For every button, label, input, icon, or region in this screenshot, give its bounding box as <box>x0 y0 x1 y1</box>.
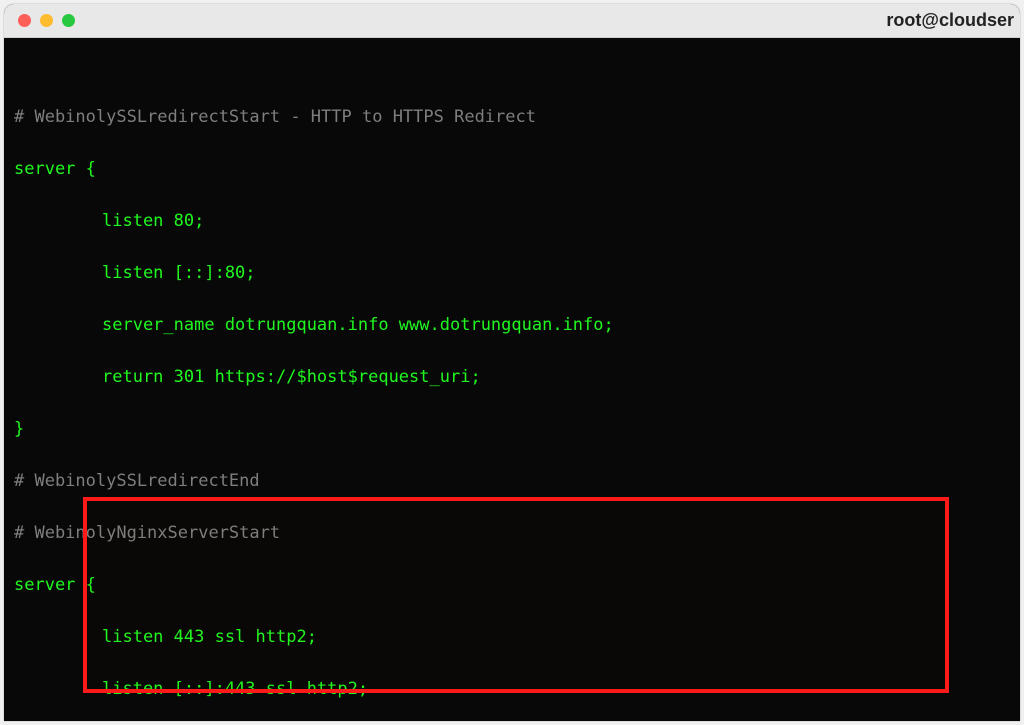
minimize-icon[interactable] <box>40 14 53 27</box>
config-line: listen [::]:80; <box>14 260 256 286</box>
window-title: root@cloudser <box>886 10 1014 31</box>
config-line: return 301 https://$host$request_uri; <box>14 364 481 390</box>
maximize-icon[interactable] <box>62 14 75 27</box>
comment-line: # WebinolySSLredirectEnd <box>14 468 1010 494</box>
comment-line: # WebinolyNginxServerStart <box>14 520 1010 546</box>
terminal-window: root@cloudser # WebinolySSLredirectStart… <box>4 4 1020 721</box>
close-icon[interactable] <box>18 14 31 27</box>
config-line: listen 443 ssl http2; <box>14 624 317 650</box>
config-line: server { <box>14 156 1010 182</box>
config-line: listen 80; <box>14 208 204 234</box>
titlebar: root@cloudser <box>4 4 1020 38</box>
config-line: server_name dotrungquan.info www.dotrung… <box>14 312 614 338</box>
terminal-body[interactable]: # WebinolySSLredirectStart - HTTP to HTT… <box>4 38 1020 721</box>
config-line: listen [::]:443 ssl http2; <box>14 676 368 702</box>
traffic-lights <box>18 14 75 27</box>
config-line: } <box>14 416 1010 442</box>
config-line: server { <box>14 572 1010 598</box>
comment-line: # WebinolySSLredirectStart - HTTP to HTT… <box>14 104 1010 130</box>
